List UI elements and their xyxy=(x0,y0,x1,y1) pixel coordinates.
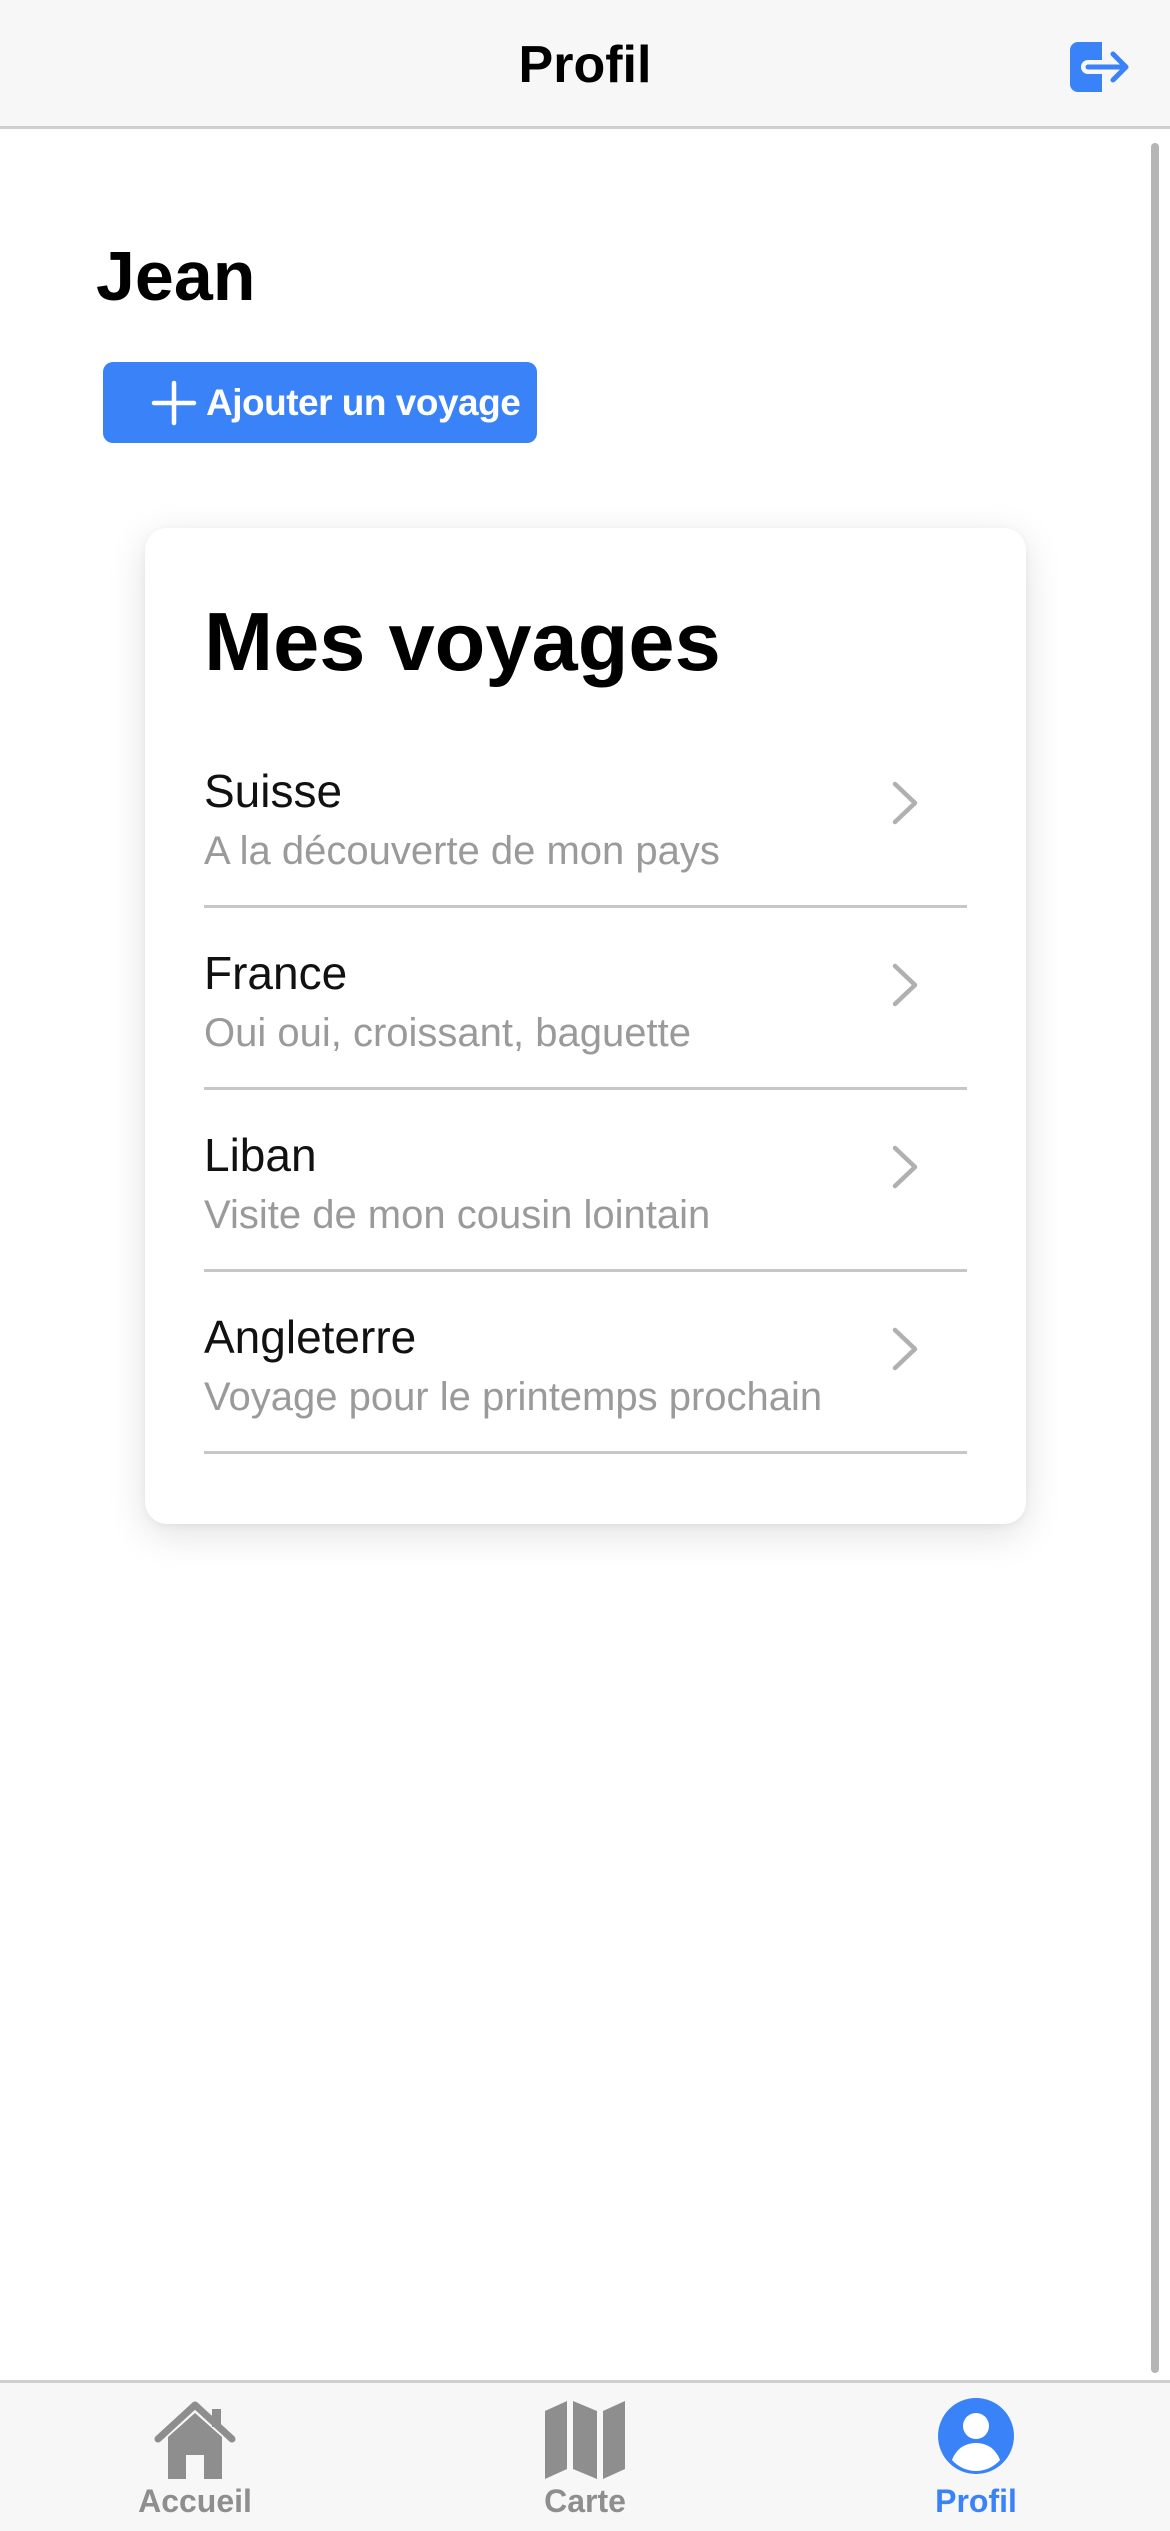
trip-description: Visite de mon cousin lointain xyxy=(204,1193,711,1237)
trip-description: Voyage pour le printemps prochain xyxy=(204,1375,823,1419)
logout-button[interactable] xyxy=(1068,38,1132,96)
card-title: Mes voyages xyxy=(204,595,721,688)
trip-description: Oui oui, croissant, baguette xyxy=(204,1011,691,1055)
user-name: Jean xyxy=(96,237,256,315)
tab-carte[interactable]: Carte xyxy=(475,2383,695,2531)
map-icon xyxy=(545,2401,625,2479)
add-trip-button[interactable]: Ajouter un voyage xyxy=(103,362,537,443)
trip-name: Angleterre xyxy=(204,1311,417,1363)
trip-item-suisse[interactable]: Suisse A la découverte de mon pays xyxy=(204,726,967,908)
trip-name: Suisse xyxy=(204,765,343,817)
plus-icon xyxy=(151,380,197,425)
trip-name: France xyxy=(204,947,348,999)
trip-item-angleterre[interactable]: Angleterre Voyage pour le printemps proc… xyxy=(204,1272,967,1454)
tab-accueil[interactable]: Accueil xyxy=(85,2383,305,2531)
chevron-right-icon xyxy=(892,963,918,1007)
logout-icon xyxy=(1070,42,1129,92)
trip-name: Liban xyxy=(204,1129,317,1181)
tab-bar: Accueil Carte Profil xyxy=(0,2380,1170,2531)
add-trip-label: Ajouter un voyage xyxy=(206,381,521,423)
home-icon xyxy=(154,2401,236,2479)
chevron-right-icon xyxy=(892,781,918,825)
tab-label: Carte xyxy=(544,2483,626,2519)
user-circle-icon xyxy=(938,2398,1014,2474)
chevron-right-icon xyxy=(892,1327,918,1371)
trips-card: Mes voyages Suisse A la découverte de mo… xyxy=(145,528,1026,1524)
trip-item-france[interactable]: France Oui oui, croissant, baguette xyxy=(204,908,967,1090)
tab-label: Accueil xyxy=(138,2483,252,2519)
page-title: Profil xyxy=(518,35,652,94)
tab-label: Profil xyxy=(935,2483,1017,2519)
header-bar: Profil xyxy=(0,0,1170,129)
trip-item-liban[interactable]: Liban Visite de mon cousin lointain xyxy=(204,1090,967,1272)
tab-profil[interactable]: Profil xyxy=(866,2383,1086,2531)
trip-description: A la découverte de mon pays xyxy=(204,829,720,873)
scrollbar[interactable] xyxy=(1151,143,1159,2373)
chevron-right-icon xyxy=(892,1145,918,1189)
